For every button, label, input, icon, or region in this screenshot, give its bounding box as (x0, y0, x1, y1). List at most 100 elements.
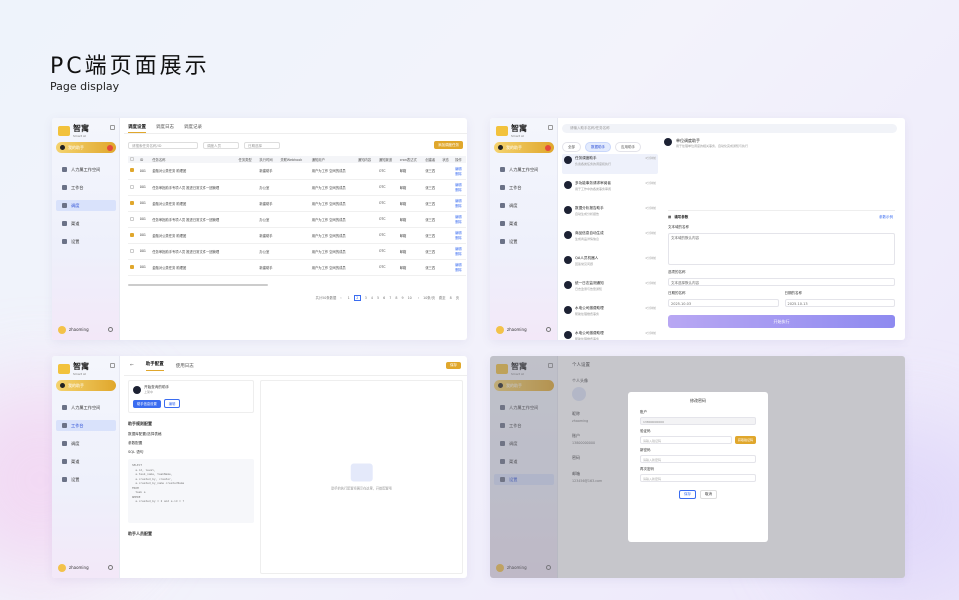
sql-editor[interactable]: SELECT a.id, level, a.task_name, taskNam… (128, 459, 254, 523)
page-number[interactable]: 3 (365, 296, 367, 300)
date-field-end[interactable]: 2025.10.13 (784, 299, 895, 307)
confirm-password-input[interactable]: 请输入新密码 (640, 474, 756, 482)
goto-page-input[interactable]: 8 (450, 296, 452, 300)
add-task-button[interactable]: 添加调度任务 (434, 141, 463, 149)
delete-link[interactable]: 删除 (455, 236, 462, 240)
table-row[interactable]: 001 金融对公类任务 助理团 新建助手 用户为工作 空间的成员 OTC 邮箱 张三四 编辑删… (128, 195, 466, 212)
edit-button[interactable]: 编辑 (163, 399, 181, 408)
assistant-list-item[interactable]: 水电公司缴费助理 帮助处理缴费事务 4分钟前 (562, 304, 658, 324)
sidebar-item-workbench[interactable]: 工作台 (56, 182, 116, 193)
my-assistant-button[interactable]: 我的助手 (494, 142, 554, 153)
row-checkbox[interactable] (130, 200, 134, 205)
sidebar-item-workbench[interactable]: 工作台 (56, 420, 116, 431)
collapse-icon[interactable] (548, 125, 553, 130)
assistant-list-item[interactable]: 商品信息自动生成 生成商品详情信息 4分钟前 (562, 229, 658, 249)
sidebar-item-channel[interactable]: 渠道 (56, 456, 116, 467)
sidebar-item-schedule[interactable]: 调度 (494, 200, 554, 211)
edit-link[interactable]: 编辑 (455, 247, 462, 251)
assistant-list-item[interactable]: 数据分析报告助手 自动生成分析报告 4分钟前 (562, 204, 658, 224)
edit-link[interactable]: 编辑 (455, 183, 462, 187)
get-code-button[interactable]: 获取验证码 (734, 436, 756, 444)
sidebar-item-workspace[interactable]: 人力属工作空间 (494, 164, 554, 175)
table-row[interactable]: 001 金融对公类任务 助理团 新建助手 用户为工作 空间的成员 OTC 邮箱 张三四 编辑删… (128, 163, 466, 180)
date-picker[interactable]: 日期选择 (244, 141, 280, 149)
filter-person-select[interactable]: 调度人员 (203, 141, 239, 149)
edit-link[interactable]: 编辑 (455, 199, 462, 203)
collapse-icon[interactable] (110, 363, 115, 368)
delete-link[interactable]: 删除 (455, 268, 462, 272)
delete-link[interactable]: 删除 (455, 252, 462, 256)
row-checkbox[interactable] (130, 232, 134, 237)
sidebar-item-settings[interactable]: 设置 (494, 236, 554, 247)
edit-link[interactable]: 编辑 (455, 167, 462, 171)
user-profile[interactable]: zhaoming (56, 562, 116, 573)
chip-app-assistant[interactable]: 应用助手 (615, 142, 641, 152)
gear-icon[interactable] (546, 327, 551, 332)
page-number[interactable]: 5 (377, 296, 379, 300)
save-button[interactable]: 保存 (446, 362, 461, 369)
date-field-start[interactable]: 2025.10.03 (668, 299, 779, 307)
collapse-icon[interactable] (110, 125, 115, 130)
assistant-list-item[interactable]: 任务调度助手 负责各类任务的调度和执行 4分钟前 (562, 154, 658, 174)
sidebar-item-workspace[interactable]: 人力属工作空间 (56, 402, 116, 413)
tab-usage-log[interactable]: 使用日志 (176, 363, 194, 369)
page-number[interactable]: 10 (408, 296, 412, 300)
row-checkbox[interactable] (130, 264, 134, 269)
user-profile[interactable]: zhaoming (494, 324, 554, 335)
db-config-option[interactable]: 数据库配置/选择表格 (128, 432, 254, 437)
assistant-list-item[interactable]: 统一日志监测通知 日志监测与告警通知 4分钟前 (562, 279, 658, 299)
assistant-list-item[interactable]: QA人员机器人 回答常见问题 4分钟前 (562, 254, 658, 274)
sidebar-item-schedule[interactable]: 调度 (56, 438, 116, 449)
new-password-input[interactable]: 请输入新密码 (640, 455, 756, 463)
delete-link[interactable]: 删除 (455, 220, 462, 224)
edit-link[interactable]: 编辑 (455, 215, 462, 219)
save-button[interactable]: 保存 (679, 490, 696, 499)
textarea-field[interactable]: 文本域的默认内容 (668, 233, 895, 265)
my-assistant-button[interactable]: 我的助手 (56, 380, 116, 391)
gear-icon[interactable] (108, 327, 113, 332)
param-example-link[interactable]: 参数示例 (879, 215, 893, 220)
assistant-list-item[interactable]: 水电公司缴费助理 帮助处理缴费事务 4分钟前 (562, 329, 658, 340)
edit-link[interactable]: 编辑 (455, 263, 462, 267)
horizontal-scrollbar[interactable] (128, 284, 268, 286)
tab-schedule-record[interactable]: 调度记录 (184, 124, 202, 133)
sidebar-item-channel[interactable]: 渠道 (494, 218, 554, 229)
sidebar-item-settings[interactable]: 设置 (56, 474, 116, 485)
assistant-info-button[interactable]: 助手信息设置 (133, 399, 161, 408)
row-checkbox[interactable] (130, 248, 134, 253)
page-number[interactable]: 1 (348, 296, 350, 300)
search-input[interactable]: 请搜索任务名称/ID (128, 141, 198, 149)
execute-button[interactable]: 开始执行 (668, 315, 895, 328)
param-config-option[interactable]: 参数配置 (128, 441, 254, 446)
sidebar-item-workbench[interactable]: 工作台 (494, 182, 554, 193)
page-number[interactable]: 4 (371, 296, 373, 300)
code-input[interactable]: 请输入验证码 (640, 436, 732, 444)
table-row[interactable]: 001 金融对公类任务 助理团 新建助手 用户为工作 空间的成员 OTC 邮箱 张三四 编辑删… (128, 259, 466, 276)
page-number[interactable]: 2 (353, 294, 361, 301)
row-checkbox[interactable] (130, 168, 134, 173)
sidebar-item-schedule[interactable]: 调度 (56, 200, 116, 211)
select-all-checkbox[interactable] (130, 157, 134, 161)
chip-all[interactable]: 全部 (562, 142, 581, 152)
cancel-button[interactable]: 取消 (700, 490, 717, 499)
table-row[interactable]: 001 任务审批助手专项人员 推进日常文件一团管理 办公室 用户为工作 空间的成员 OT… (128, 243, 466, 260)
assistant-list-item[interactable]: 多功能事务请求审阅者 用于工作中的各类事务审阅 4分钟前 (562, 179, 658, 199)
chip-data-assistant[interactable]: 数据助手 (585, 142, 611, 152)
edit-link[interactable]: 编辑 (455, 231, 462, 235)
row-checkbox[interactable] (130, 216, 134, 221)
tab-schedule-log[interactable]: 调度日志 (156, 124, 174, 133)
delete-link[interactable]: 删除 (455, 188, 462, 192)
table-row[interactable]: 001 任务审批助手专项人员 推进日常文件一团管理 办公室 用户为工作 空间的成员 OT… (128, 211, 466, 228)
delete-link[interactable]: 删除 (455, 172, 462, 176)
sql-option[interactable]: SQL 语句 (128, 450, 254, 455)
sidebar-item-settings[interactable]: 设置 (56, 236, 116, 247)
back-arrow-icon[interactable]: ← (130, 363, 134, 368)
tab-schedule-settings[interactable]: 调度设置 (128, 124, 146, 133)
search-input[interactable]: 请输入助手名称/任务名称 (562, 124, 897, 133)
gear-icon[interactable] (108, 565, 113, 570)
page-number[interactable]: 8 (395, 296, 397, 300)
page-size-select[interactable]: 10条/页 (423, 295, 435, 300)
delete-link[interactable]: 删除 (455, 204, 462, 208)
tab-assistant-config[interactable]: 助手配置 (145, 361, 164, 371)
table-row[interactable]: 001 任务审批助手专项人员 推进日常文件一团管理 办公室 用户为工作 空间的成员 OT… (128, 179, 466, 196)
